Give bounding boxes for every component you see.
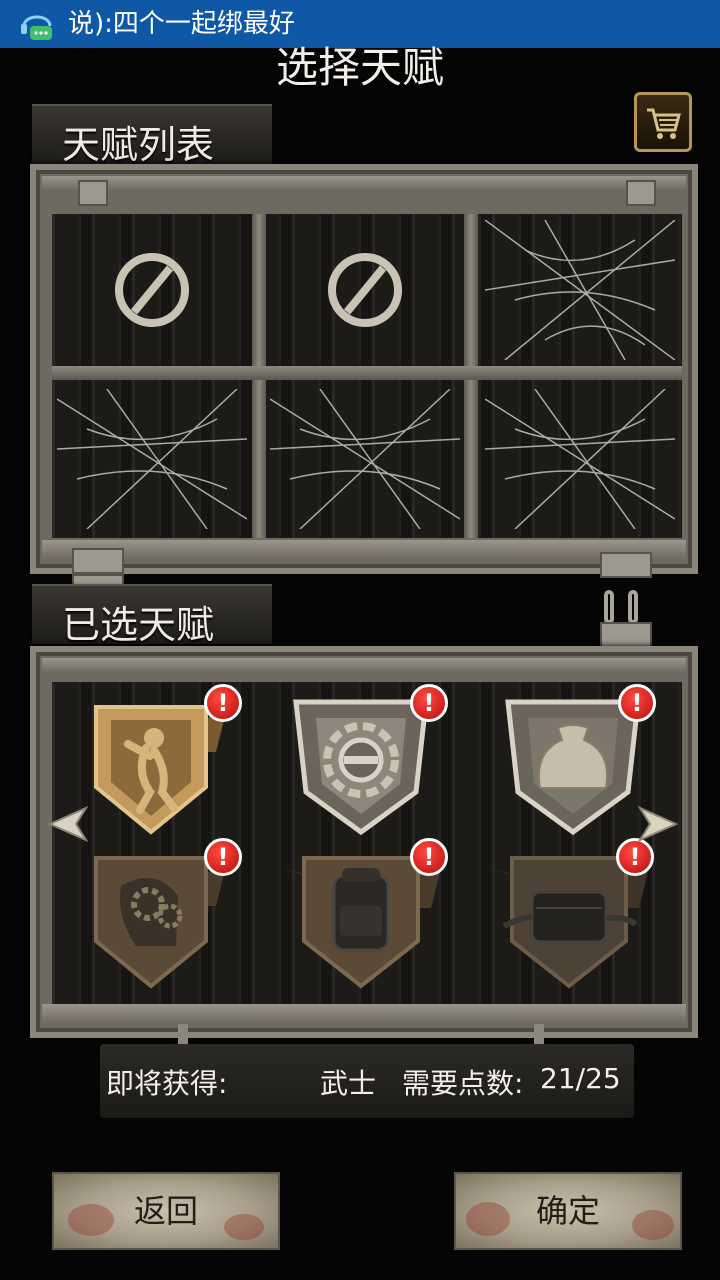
selected-talent-item[interactable]: ! — [66, 838, 242, 996]
cobweb-icon — [485, 220, 675, 360]
talent-slot-empty[interactable] — [266, 380, 464, 538]
selected-talent-item[interactable]: ! — [66, 684, 242, 842]
selected-talents-label: 已选天赋 — [62, 603, 215, 647]
talent-list-frame — [30, 164, 698, 574]
alert-badge: ! — [616, 838, 654, 876]
cobweb-icon — [57, 389, 247, 529]
prohibited-icon — [115, 253, 189, 327]
cart-icon — [647, 108, 681, 139]
obtain-label: 即将获得: — [106, 1067, 228, 1100]
hinge — [600, 552, 652, 578]
shop-cart-button[interactable] — [634, 92, 692, 152]
talent-slot-empty[interactable] — [478, 380, 682, 538]
bracket — [626, 180, 656, 206]
alert-badge: ! — [410, 684, 448, 722]
talent-list-label: 天赋列表 — [62, 123, 215, 167]
bracket — [78, 180, 108, 206]
alert-badge: ! — [204, 838, 242, 876]
notification-bar: 说):四个一起绑最好 — [0, 0, 720, 48]
alert-badge: ! — [618, 684, 656, 722]
prohibited-icon — [328, 253, 402, 327]
selected-talents-header: 已选天赋 — [32, 584, 272, 647]
points-label: 需要点数: — [402, 1067, 524, 1100]
cobweb-icon — [485, 389, 675, 529]
hinge — [72, 548, 124, 574]
talent-slot-locked[interactable] — [52, 214, 252, 366]
class-name: 武士 — [320, 1067, 377, 1100]
chain-link — [628, 590, 638, 624]
selected-talent-item[interactable]: ! — [488, 684, 658, 842]
chat-headset-icon — [21, 15, 52, 40]
points-value: 21/25 — [540, 1062, 621, 1095]
selected-talent-item[interactable]: ! — [276, 838, 448, 996]
confirm-button-label: 确定 — [535, 1192, 600, 1230]
talent-slot-locked[interactable] — [266, 214, 464, 366]
prev-page-arrow-icon[interactable] — [48, 806, 88, 842]
next-page-arrow-icon[interactable] — [638, 806, 678, 842]
talent-slot-empty[interactable] — [478, 214, 682, 366]
back-button[interactable]: 返回 — [52, 1172, 280, 1250]
chain-link — [604, 590, 614, 624]
hinge — [600, 622, 652, 648]
confirm-button[interactable]: 确定 — [454, 1172, 682, 1250]
reward-info-board: 即将获得: 武士 需要点数: 21/25 — [100, 1044, 634, 1118]
page-title: 选择天赋 — [275, 46, 444, 90]
selected-talent-item[interactable]: ! — [484, 838, 654, 996]
cobweb-icon — [270, 389, 460, 529]
alert-badge: ! — [204, 684, 242, 722]
talent-slot-empty[interactable] — [52, 380, 252, 538]
back-button-label: 返回 — [133, 1192, 198, 1230]
notification-text: 说):四个一起绑最好 — [68, 9, 295, 39]
alert-badge: ! — [410, 838, 448, 876]
selected-talent-item[interactable]: ! — [276, 684, 448, 842]
talent-list-header: 天赋列表 — [32, 104, 272, 167]
